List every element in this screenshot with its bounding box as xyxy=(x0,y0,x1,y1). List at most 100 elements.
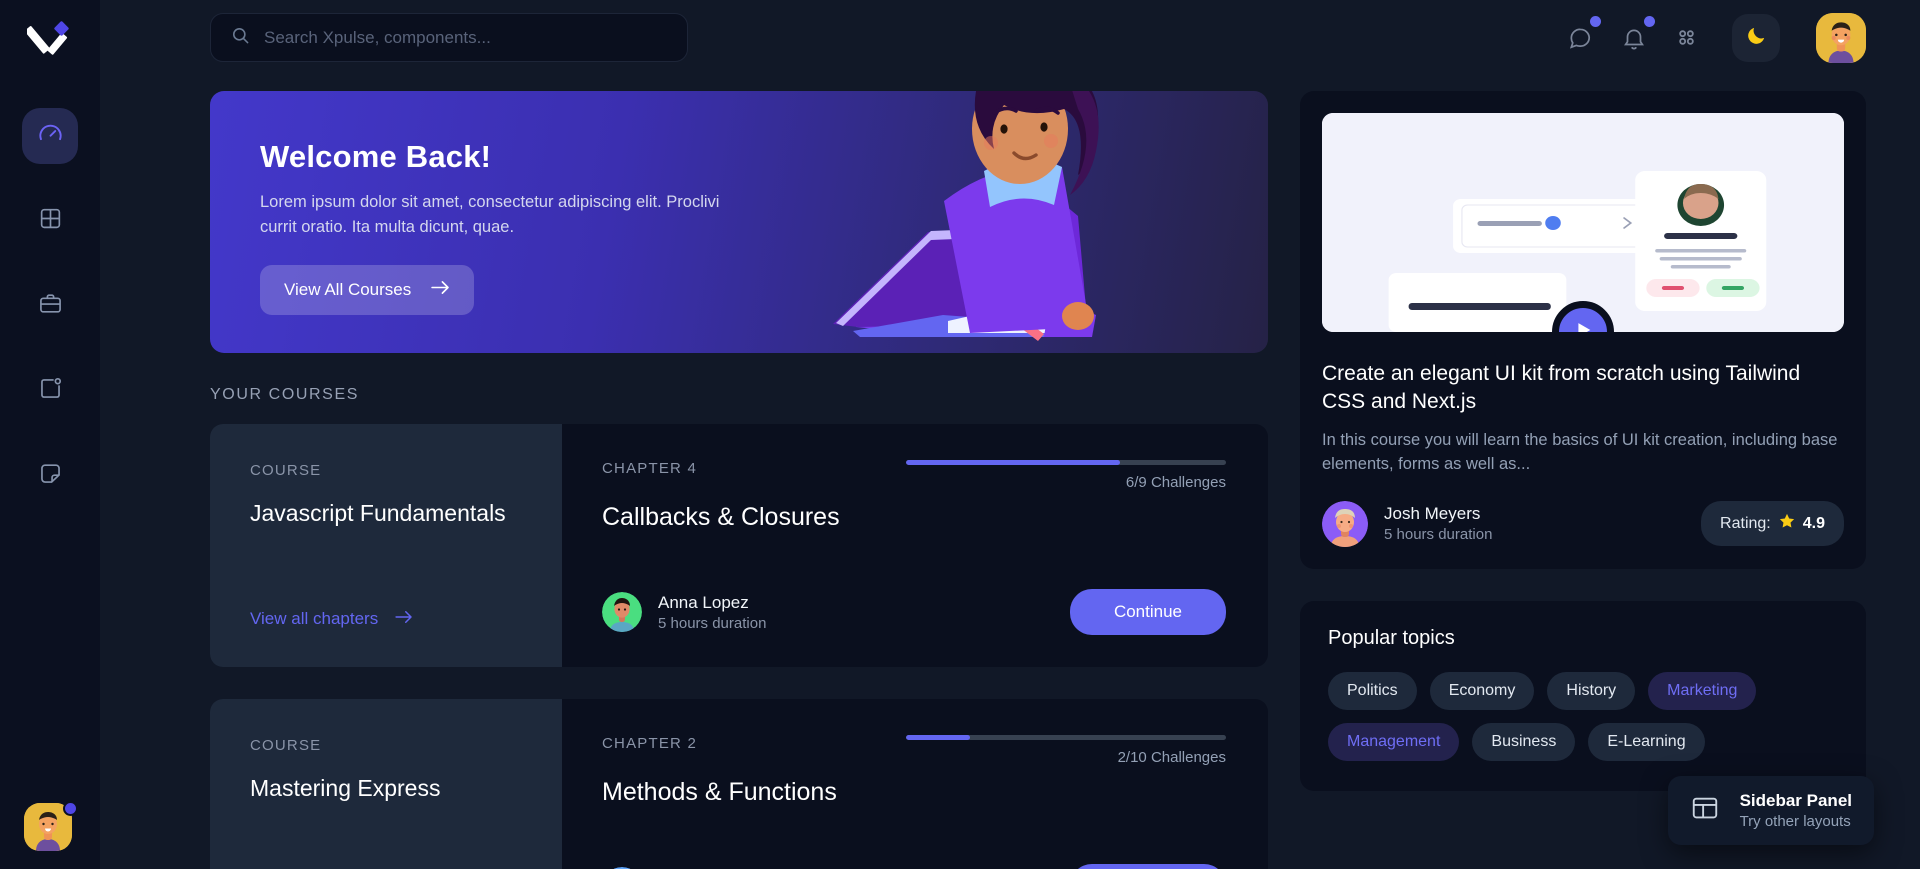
square-dot-icon xyxy=(38,376,63,406)
sidebar-nav xyxy=(22,108,78,504)
chat-icon[interactable] xyxy=(1567,15,1601,51)
continue-button[interactable]: Continue xyxy=(1069,864,1226,869)
video-description: In this course you will learn the basics… xyxy=(1322,430,1838,473)
course-card[interactable]: COURSE Javascript Fundamentals View all … xyxy=(210,424,1268,667)
sidebar-user-avatar[interactable] xyxy=(24,801,78,855)
course-card-left: COURSE Javascript Fundamentals View all … xyxy=(210,424,562,667)
course-card[interactable]: COURSE Mastering Express View all chapte… xyxy=(210,699,1268,869)
progress-bar-fill xyxy=(906,460,1121,465)
sidebar-item-briefcase[interactable] xyxy=(22,278,78,334)
apps-grid-icon[interactable] xyxy=(1675,26,1698,49)
tooltip-subtitle: Try other layouts xyxy=(1739,813,1851,830)
app-root: Welcome Back! Lorem ipsum dolor sit amet… xyxy=(0,0,1920,869)
layout-panel-icon xyxy=(1690,793,1720,828)
instructor-info: Anna Lopez 5 hours duration xyxy=(658,593,766,632)
page-title: Welcome Back! xyxy=(260,139,492,174)
sidebar-rail xyxy=(0,0,100,869)
rating-badge[interactable]: Rating: 4.9 xyxy=(1701,501,1844,547)
progress-bar xyxy=(906,460,1226,465)
view-all-courses-button[interactable]: View All Courses xyxy=(260,264,475,315)
course-title: Mastering Express xyxy=(250,775,441,801)
gauge-icon xyxy=(37,120,64,152)
author-name: Josh Meyers xyxy=(1384,504,1481,524)
sticker-icon xyxy=(38,461,63,491)
xpulse-logo[interactable] xyxy=(22,10,78,66)
sidebar-item-notifications[interactable] xyxy=(22,363,78,419)
student-illustration xyxy=(748,91,1268,353)
video-author-info: Josh Meyers 5 hours duration xyxy=(1384,504,1492,543)
topic-chip-list: Politics Economy History Marketing Managemen… xyxy=(1328,671,1838,761)
top-header xyxy=(100,0,1920,75)
view-all-courses-label: View All Courses xyxy=(284,279,412,299)
continue-button[interactable]: Continue xyxy=(1069,589,1226,635)
tooltip-text: Sidebar Panel Try other layouts xyxy=(1740,791,1852,830)
sidebar-item-dashboard[interactable] xyxy=(22,108,78,164)
briefcase-icon xyxy=(38,291,63,321)
banner-subtitle: Lorem ipsum dolor sit amet, consectetur … xyxy=(260,193,720,236)
rating-value: 4.9 xyxy=(1802,514,1825,532)
progress-bar xyxy=(906,735,1226,740)
profile-avatar[interactable] xyxy=(1816,12,1866,63)
video-author: Josh Meyers 5 hours duration xyxy=(1322,500,1492,547)
secondary-column: Create an elegant UI kit from scratch us… xyxy=(1300,91,1866,869)
video-thumbnail[interactable] xyxy=(1322,113,1844,332)
topic-chip[interactable]: History xyxy=(1547,671,1636,710)
sidebar-item-notes[interactable] xyxy=(22,448,78,504)
instructor-name: Anna Lopez xyxy=(658,592,749,612)
grid-icon xyxy=(38,206,63,236)
course-title: Javascript Fundamentals xyxy=(250,500,506,526)
course-progress: 2/10 Challenges xyxy=(906,735,1226,766)
course-kicker: COURSE xyxy=(250,737,322,754)
avatar xyxy=(1322,500,1368,547)
chapter-title: Callbacks & Closures xyxy=(602,503,840,531)
theme-toggle-button[interactable] xyxy=(1732,13,1780,62)
featured-video-card: Create an elegant UI kit from scratch us… xyxy=(1300,91,1866,569)
main-area: Welcome Back! Lorem ipsum dolor sit amet… xyxy=(100,0,1920,869)
header-actions xyxy=(1567,12,1866,63)
avatar xyxy=(602,592,642,632)
primary-column: Welcome Back! Lorem ipsum dolor sit amet… xyxy=(210,91,1268,869)
sidebar-item-grid[interactable] xyxy=(22,193,78,249)
course-card-footer: Anna Lopez 5 hours duration Continue xyxy=(602,589,1226,635)
banner-content: Welcome Back! Lorem ipsum dolor sit amet… xyxy=(260,139,760,315)
course-card-right: CHAPTER 4 Callbacks & Closures 6/9 Chall… xyxy=(562,424,1268,667)
course-card-right: CHAPTER 2 Methods & Functions 2/10 Chall… xyxy=(562,699,1268,869)
tooltip-title: Sidebar Panel xyxy=(1739,791,1852,810)
topic-chip[interactable]: E-Learning xyxy=(1588,722,1705,761)
play-icon xyxy=(1572,319,1594,332)
topic-chip[interactable]: Management xyxy=(1328,722,1460,761)
chapter-title: Methods & Functions xyxy=(602,778,837,806)
status-badge xyxy=(63,801,78,816)
view-all-chapters-link[interactable]: View all chapters xyxy=(250,609,522,629)
arrow-right-icon xyxy=(431,280,450,300)
author-meta: 5 hours duration xyxy=(1384,526,1493,544)
course-progress: 6/9 Challenges xyxy=(906,460,1226,491)
instructor-meta: 5 hours duration xyxy=(658,614,767,632)
chat-badge xyxy=(1590,15,1601,27)
topic-chip[interactable]: Politics xyxy=(1328,671,1417,710)
your-courses-heading: YOUR COURSES xyxy=(210,386,359,403)
rating-label: Rating: xyxy=(1720,514,1771,532)
search-input[interactable] xyxy=(264,27,667,48)
course-kicker: COURSE xyxy=(250,462,322,479)
content-grid: Welcome Back! Lorem ipsum dolor sit amet… xyxy=(100,75,1920,869)
topic-chip[interactable]: Economy xyxy=(1429,671,1535,710)
topic-chip[interactable]: Marketing xyxy=(1648,671,1757,710)
topic-chip[interactable]: Business xyxy=(1472,722,1576,761)
challenge-count: 6/9 Challenges xyxy=(1125,474,1226,491)
popular-topics-card: Popular topics Politics Economy History Mar… xyxy=(1300,600,1866,791)
instructor: Anna Lopez 5 hours duration xyxy=(602,592,766,632)
moon-icon xyxy=(1745,24,1768,52)
course-card-footer: Mark Stone 4 hours duration Continue xyxy=(602,864,1226,869)
search-icon xyxy=(231,26,250,50)
bell-icon[interactable] xyxy=(1621,15,1655,51)
popular-topics-title: Popular topics xyxy=(1328,626,1455,649)
bell-badge xyxy=(1644,15,1655,27)
view-all-chapters-label: View all chapters xyxy=(250,609,379,628)
sidebar-panel-tooltip[interactable]: Sidebar Panel Try other layouts xyxy=(1667,776,1874,845)
course-card-left: COURSE Mastering Express View all chapte… xyxy=(210,699,562,869)
search-bar[interactable] xyxy=(210,13,688,62)
arrow-right-icon xyxy=(395,609,413,629)
welcome-banner: Welcome Back! Lorem ipsum dolor sit amet… xyxy=(210,91,1268,353)
video-footer: Josh Meyers 5 hours duration Rating: 4.9 xyxy=(1322,500,1844,547)
